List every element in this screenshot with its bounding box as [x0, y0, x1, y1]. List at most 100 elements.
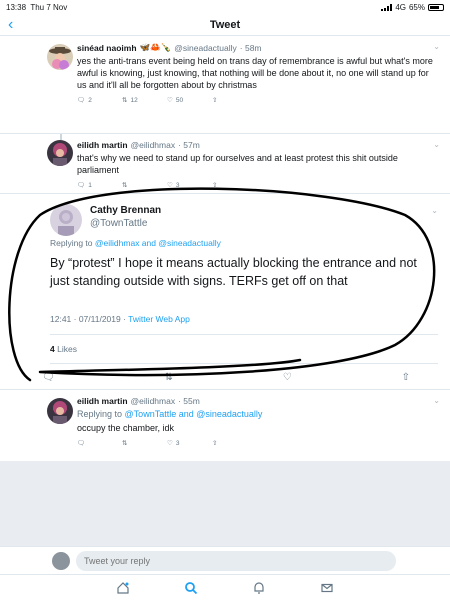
reply-button[interactable]: 🗨 1 [77, 181, 122, 190]
status-right: 4G 65% [381, 3, 444, 12]
author-name[interactable]: Cathy Brennan [90, 204, 438, 217]
author-name[interactable]: eilidh martin [77, 140, 128, 150]
replying-to: Replying to @eilidhmax and @sineadactual… [50, 238, 438, 248]
replying-to-link[interactable]: @eilidhmax and @sineadactually [95, 238, 221, 248]
status-left: 13:38 Thu 7 Nov [6, 3, 67, 12]
share-button[interactable]: ⇧ [212, 181, 257, 189]
tweet-text: that's why we need to stand up for ourse… [77, 153, 398, 175]
tab-messages[interactable] [293, 575, 361, 600]
tab-search[interactable] [157, 575, 225, 600]
home-icon [117, 581, 129, 594]
tweet-time: · 57m [178, 140, 200, 150]
main-tweet-actions: 🗨 ⇅ ♡ ⇧ [0, 364, 450, 390]
reply-count: 2 [88, 96, 92, 104]
reply-tweet[interactable]: eilidh martin @eilidhmax · 55m Replying … [0, 390, 450, 460]
like-button[interactable]: ♡ 3 [167, 439, 212, 448]
retweet-button[interactable]: ⇅ [122, 181, 167, 189]
retweet-button[interactable]: ⇅ [122, 439, 167, 447]
tweet-time: · 58m [239, 42, 262, 53]
tab-notifications[interactable] [225, 575, 293, 600]
retweet-icon: ⇅ [122, 440, 128, 447]
author-handle[interactable]: @TownTattle [90, 217, 438, 230]
share-icon[interactable]: ⇧ [402, 372, 410, 389]
replying-prefix: Replying to [50, 238, 93, 248]
tweet-actions: 🗨 ⇅ ♡ 3 ⇧ [77, 439, 440, 448]
likes-count: 4 [50, 344, 55, 354]
author-emoji: 🦋🦀🍾 [139, 42, 172, 52]
tweet-meta: 12:41 · 07/11/2019 · Twitter Web App [50, 314, 438, 335]
author-name[interactable]: sinéad naoimh [77, 43, 137, 53]
heart-icon: ♡ [167, 97, 173, 104]
retweet-button[interactable]: ⇅ 12 [122, 96, 167, 105]
author-block: Cathy Brennan @TownTattle [90, 204, 438, 230]
reply-icon: 🗨 [77, 97, 86, 104]
tweet-header: sinéad naoimh 🦋🦀🍾 @sineadactually · 58m [77, 42, 440, 53]
reply-count: 1 [88, 181, 92, 189]
tweet-source-link[interactable]: Twitter Web App [128, 314, 190, 324]
avatar-image-icon [47, 140, 73, 166]
avatar[interactable] [47, 44, 73, 70]
heart-icon[interactable]: ♡ [283, 372, 292, 389]
chevron-down-icon[interactable]: ⌄ [433, 42, 440, 51]
top-nav: ‹ Tweet [0, 14, 450, 36]
chevron-down-icon[interactable]: ⌄ [431, 206, 438, 215]
empty-area [0, 461, 450, 546]
author-handle[interactable]: @eilidhmax [131, 396, 176, 406]
like-button[interactable]: ♡ 50 [167, 96, 212, 105]
thread-tweet[interactable]: eilidh martin @eilidhmax · 57m that's wh… [0, 134, 450, 194]
status-bar: 13:38 Thu 7 Nov 4G 65% [0, 0, 450, 14]
status-time: 13:38 [6, 2, 27, 12]
page-title: Tweet [209, 18, 241, 31]
network-type: 4G [395, 2, 406, 12]
tweet-header: eilidh martin @eilidhmax · 55m [77, 396, 440, 406]
back-chevron-icon[interactable]: ‹ [8, 16, 13, 34]
reply-button[interactable]: 🗨 2 [77, 96, 122, 105]
reply-icon[interactable]: 🗨 [42, 372, 55, 389]
retweet-count: 12 [130, 96, 138, 104]
author-handle[interactable]: @sineadactually [174, 43, 237, 53]
share-button[interactable]: ⇧ [212, 96, 257, 104]
replying-to: Replying to @TownTattle and @sineadactua… [77, 408, 440, 420]
tweet-text: occupy the chamber, idk [77, 423, 175, 433]
avatar[interactable] [50, 204, 82, 236]
tweet-actions: 🗨 2 ⇅ 12 ♡ 50 ⇧ [77, 96, 440, 105]
reply-compose-bar [0, 546, 450, 574]
battery-icon [428, 3, 444, 11]
reply-button[interactable]: 🗨 [77, 439, 122, 447]
author-name[interactable]: eilidh martin [77, 396, 128, 406]
battery-percent: 65% [408, 2, 425, 12]
replying-prefix: Replying to [77, 409, 123, 419]
retweet-icon[interactable]: ⇅ [165, 372, 173, 389]
reply-icon: 🗨 [77, 182, 86, 189]
chevron-down-icon[interactable]: ⌄ [433, 396, 440, 405]
share-icon: ⇧ [212, 440, 218, 447]
chevron-down-icon[interactable]: ⌄ [433, 140, 440, 149]
like-count: 3 [175, 439, 180, 447]
main-tweet: ⌄ Cathy Brennan @TownTattle Replying to … [0, 194, 450, 364]
thread-tweet[interactable]: sinéad naoimh 🦋🦀🍾 @sineadactually · 58m … [0, 36, 450, 134]
tab-home[interactable] [89, 575, 157, 600]
replying-to-link[interactable]: @TownTattle and @sineadactually [125, 409, 263, 419]
avatar-image-icon [50, 204, 82, 236]
likes-label: Likes [57, 344, 77, 354]
avatar-image-icon [47, 398, 73, 424]
share-icon: ⇧ [212, 97, 218, 104]
like-count: 3 [175, 181, 180, 189]
user-avatar[interactable] [52, 551, 70, 570]
like-count: 50 [175, 96, 184, 104]
reply-input[interactable] [76, 550, 396, 571]
likes-summary[interactable]: 4 Likes [50, 335, 438, 364]
avatar[interactable] [47, 398, 73, 424]
retweet-icon: ⇅ [122, 182, 128, 189]
bell-icon [254, 581, 264, 594]
main-tweet-text: By “protest” I hope it means actually bl… [50, 256, 417, 288]
like-button[interactable]: ♡ 3 [167, 181, 212, 190]
share-button[interactable]: ⇧ [212, 439, 257, 447]
author-handle[interactable]: @eilidhmax [131, 140, 176, 150]
tweet-time: · 55m [178, 396, 200, 406]
avatar-image-icon [47, 44, 73, 70]
share-icon: ⇧ [212, 182, 218, 189]
avatar[interactable] [47, 140, 73, 166]
tweet-actions: 🗨 1 ⇅ ♡ 3 ⇧ [77, 181, 440, 190]
retweet-icon: ⇅ [122, 97, 128, 104]
